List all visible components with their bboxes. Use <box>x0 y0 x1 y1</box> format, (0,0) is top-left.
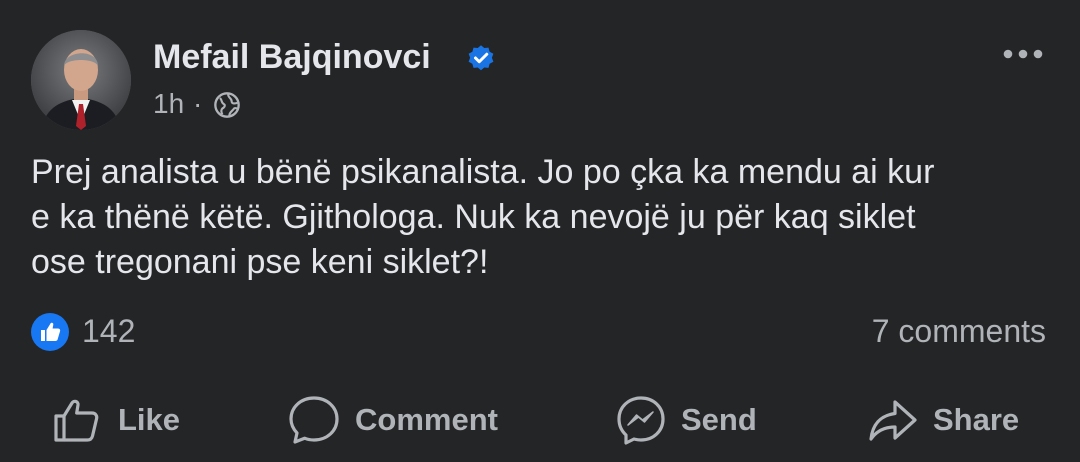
avatar-image <box>31 30 131 130</box>
send-button[interactable]: Send <box>615 393 757 447</box>
send-label: Send <box>681 402 757 437</box>
post-timestamp[interactable]: 1h <box>153 88 184 120</box>
more-horizontal-icon[interactable] <box>1000 44 1046 64</box>
reaction-count[interactable]: 142 <box>82 313 135 350</box>
like-button[interactable]: Like <box>52 393 180 447</box>
comment-button[interactable]: Comment <box>287 393 498 447</box>
post-text-line: ose tregonani pse keni siklet?! <box>31 243 489 281</box>
comment-label: Comment <box>355 402 498 437</box>
share-button[interactable]: Share <box>867 393 1019 447</box>
verified-badge-icon <box>468 45 494 71</box>
post-body-text: Prej analista u bënë psikanalista. Jo po… <box>31 150 1056 285</box>
post-text-line: Prej analista u bënë psikanalista. Jo po… <box>31 153 935 191</box>
meta-separator: · <box>193 88 203 119</box>
like-reaction-icon[interactable] <box>31 313 69 351</box>
comment-bubble-icon <box>289 396 339 444</box>
author-name[interactable]: Mefail Bajqinovci <box>153 38 431 77</box>
thumbs-up-icon <box>54 399 99 442</box>
facebook-post: Mefail Bajqinovci 1h · Prej analista u b… <box>0 0 1080 462</box>
share-label: Share <box>933 402 1020 437</box>
author-avatar[interactable] <box>31 30 131 130</box>
share-arrow-icon <box>869 400 917 441</box>
globe-icon[interactable] <box>213 91 241 119</box>
post-text-line: e ka thënë këtë. Gjithologa. Nuk ka nevo… <box>31 198 916 236</box>
comments-count-link[interactable]: 7 comments <box>872 313 1046 350</box>
like-label: Like <box>118 402 181 437</box>
messenger-icon <box>617 396 665 445</box>
